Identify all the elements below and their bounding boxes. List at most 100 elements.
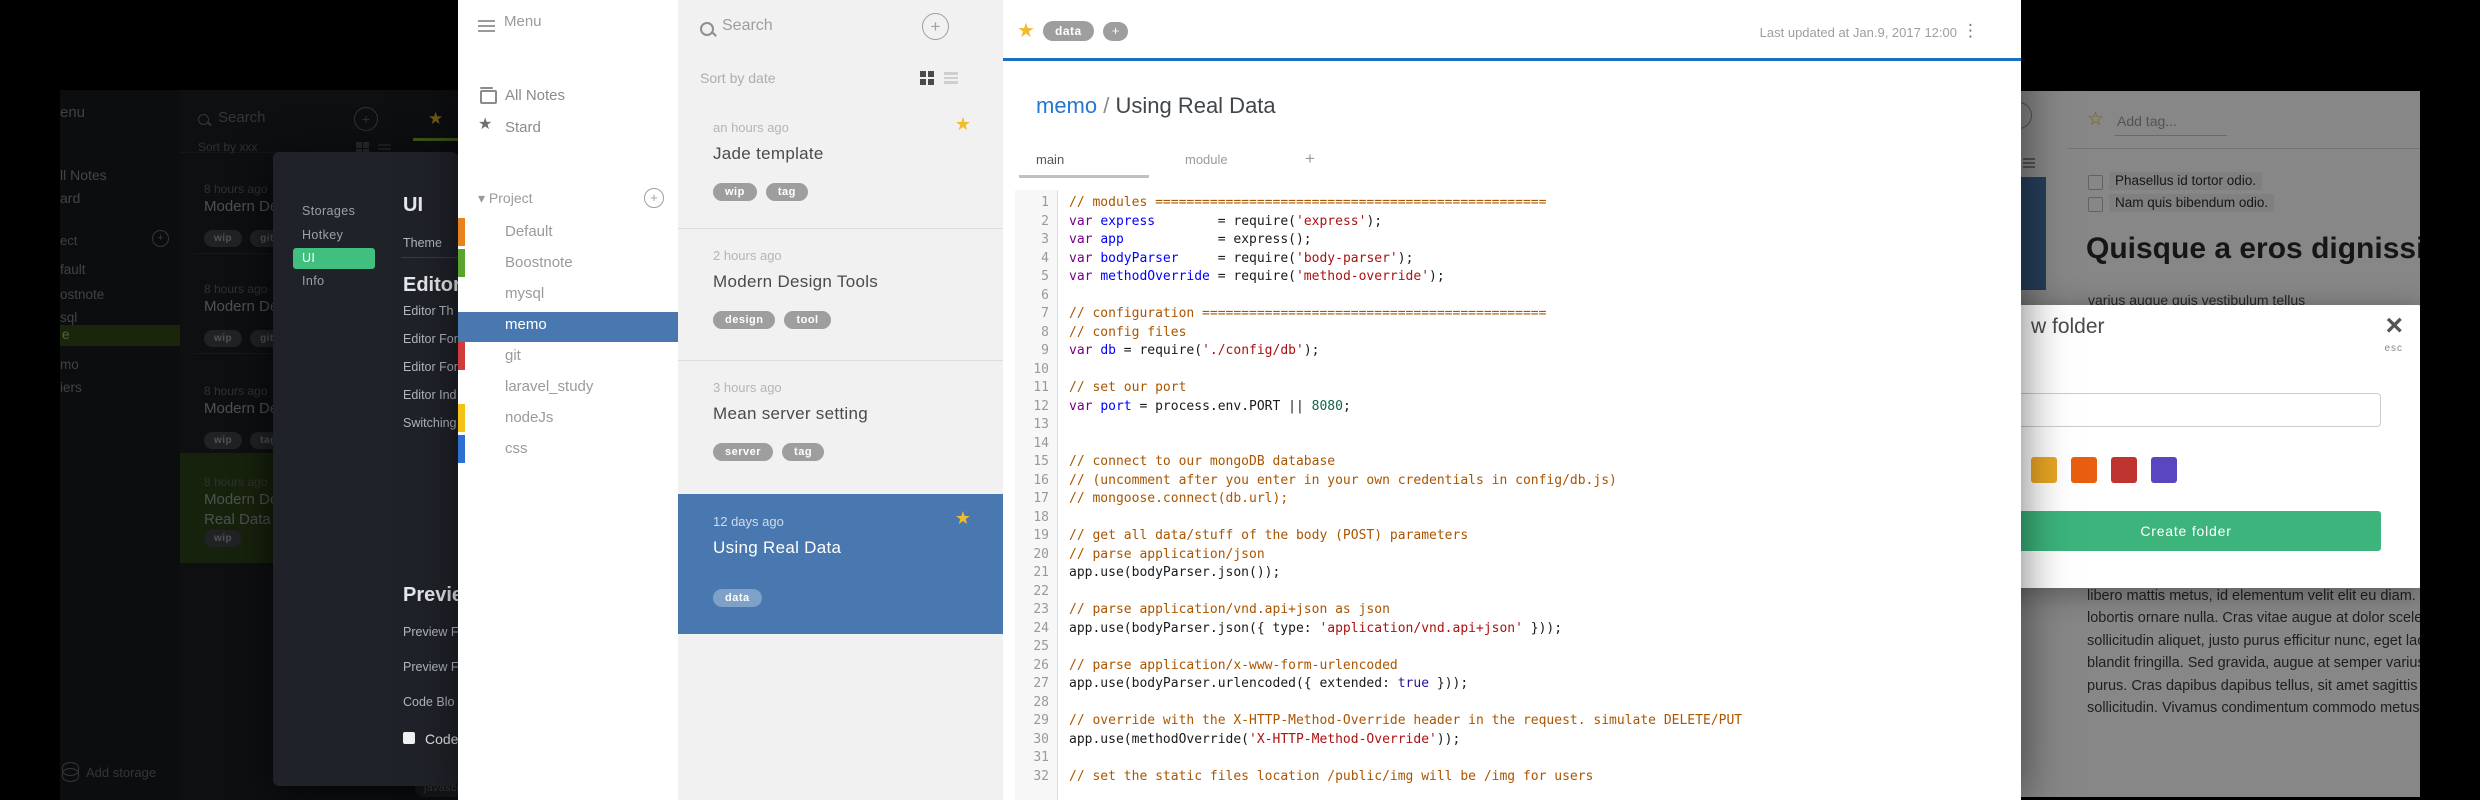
line-number: 10 <box>1033 361 1049 377</box>
new-tab-button[interactable]: + <box>1305 149 1315 169</box>
color-swatch[interactable] <box>2151 457 2177 483</box>
code-line: 9 var db = require('./config/db'); <box>1015 342 2021 361</box>
note-time: 3 hours ago <box>713 380 782 395</box>
folder-color-tab <box>458 249 465 277</box>
note-time: 12 days ago <box>713 514 784 529</box>
code-line: 4 var bodyParser = require('body-parser')… <box>1015 250 2021 269</box>
hamburger-menu-icon[interactable] <box>478 20 495 35</box>
sidebar: Menu All Notes ★ Stard ▾ Project + Defau… <box>458 0 678 800</box>
project-header[interactable]: ▾ Project <box>478 190 533 207</box>
code-line: 14 <box>1015 435 2021 454</box>
tag-pill[interactable]: wip <box>713 183 757 201</box>
note-list-item[interactable]: 2 hours ago Modern Design Tools design tool <box>678 228 1003 361</box>
sidebar-item-all-notes[interactable]: All Notes <box>505 87 565 104</box>
star-toggle-icon[interactable]: ★ <box>1017 18 1035 43</box>
code-editor[interactable]: 1// modules ============================… <box>1003 190 2021 800</box>
folder-selected-band <box>458 312 678 342</box>
new-note-button[interactable]: + <box>922 13 949 40</box>
settings-nav-item[interactable]: Info <box>302 274 324 288</box>
menu-label[interactable]: Menu <box>504 13 542 30</box>
folder-item[interactable]: css <box>505 434 528 464</box>
line-number: 18 <box>1033 509 1049 525</box>
code-line: 26// parse application/x-www-form-urlenc… <box>1015 657 2021 676</box>
folder-item[interactable]: memo <box>505 310 547 340</box>
settings-nav-item[interactable]: Storages <box>302 204 355 218</box>
more-options-icon[interactable]: ⋮ <box>1962 21 1979 41</box>
checkbox-label: Code B <box>425 731 458 747</box>
close-icon[interactable]: × <box>2385 311 2403 341</box>
folder-name-input[interactable] <box>2021 393 2381 427</box>
code-line: 29// override with the X-HTTP-Method-Ove… <box>1015 712 2021 731</box>
note-title: Mean server setting <box>713 404 868 423</box>
sidebar-item-starred[interactable]: Stard <box>505 119 541 136</box>
color-swatch[interactable] <box>2031 457 2057 483</box>
tag-pill[interactable]: tag <box>782 443 825 461</box>
code-block-checkbox[interactable] <box>403 732 415 744</box>
desktop: enu ll Notes ard ect + fault ostnote sql e mo… <box>0 0 2480 800</box>
breadcrumb-folder[interactable]: memo <box>1036 93 1097 118</box>
line-number: 9 <box>1041 343 1049 358</box>
tag-pill[interactable]: data <box>713 589 762 607</box>
folder-item[interactable]: mysql <box>505 279 544 309</box>
line-number: 29 <box>1033 713 1049 728</box>
color-swatch[interactable] <box>2111 457 2137 483</box>
line-number: 27 <box>1033 676 1049 691</box>
esc-hint: esc <box>2384 343 2403 354</box>
tab-main[interactable]: main <box>1036 152 1064 167</box>
code-line: 24 app.use(bodyParser.json({ type: 'appli… <box>1015 620 2021 639</box>
code-line: 13 <box>1015 416 2021 435</box>
note-list: Search + Sort by date an hours ago ★ Jade … <box>678 0 1003 800</box>
new-folder-button[interactable]: + <box>644 188 664 208</box>
folder-item[interactable]: git <box>505 341 521 371</box>
right-window: ☆ Add tag... Phasellus id tortor odio. Na… <box>2021 91 2420 797</box>
search-input[interactable]: Search <box>722 17 773 35</box>
tab-module[interactable]: module <box>1185 152 1228 167</box>
line-number: 7 <box>1041 306 1049 321</box>
note-title: Using Real Data <box>713 538 842 557</box>
line-number: 13 <box>1033 417 1049 432</box>
line-number: 12 <box>1033 398 1049 414</box>
tag-pill[interactable]: design <box>713 311 776 329</box>
code-line: 5 var methodOverride = require('method-ov… <box>1015 268 2021 287</box>
settings-section-title: Editor <box>403 274 458 296</box>
tag-pill[interactable]: data <box>1043 21 1094 41</box>
code-line: 32// set the static files location /publ… <box>1015 768 2021 787</box>
code-line: 15// connect to our mongoDB database <box>1015 453 2021 472</box>
note-list-item[interactable]: an hours ago ★ Jade template wip tag <box>678 100 1003 229</box>
settings-nav-active[interactable]: UI <box>293 248 375 269</box>
line-number: 24 <box>1033 620 1049 636</box>
list-view-icon[interactable] <box>944 72 958 86</box>
color-swatch[interactable] <box>2071 457 2097 483</box>
add-tag-button[interactable]: + <box>1102 22 1129 41</box>
settings-item: Editor Ind <box>403 388 457 402</box>
line-number: 26 <box>1033 657 1049 673</box>
settings-item: Editor For <box>403 360 458 374</box>
line-number: 23 <box>1033 602 1049 617</box>
settings-nav-item[interactable]: Hotkey <box>302 228 343 242</box>
folder-item[interactable]: laravel_study <box>505 372 593 402</box>
folder-item[interactable]: nodeJs <box>505 403 553 433</box>
tag-pill[interactable]: tool <box>784 311 831 329</box>
note-list-item[interactable]: 12 days ago ★ Using Real Data data <box>678 494 1003 634</box>
note-title: Modern Design Tools <box>713 272 879 291</box>
line-number: 3 <box>1041 232 1049 247</box>
note-title: Jade template <box>713 144 824 163</box>
star-icon: ★ <box>954 114 971 134</box>
tag-pill[interactable]: tag <box>765 183 808 201</box>
line-number: 17 <box>1033 491 1049 506</box>
note-list-item[interactable]: 3 hours ago Mean server setting server tag <box>678 360 1003 495</box>
grid-view-icon[interactable] <box>920 71 934 85</box>
divider <box>401 257 458 258</box>
main-window: Menu All Notes ★ Stard ▾ Project + Defau… <box>458 0 2021 800</box>
folder-item[interactable]: Default <box>505 217 553 247</box>
active-tab-underline <box>1019 175 1149 178</box>
star-icon: ★ <box>478 116 493 133</box>
line-number: 20 <box>1033 546 1049 562</box>
folder-item[interactable]: Boostnote <box>505 248 573 278</box>
code-line: 10 <box>1015 361 2021 380</box>
sort-by-dropdown[interactable]: Sort by date <box>700 70 776 86</box>
line-number: 25 <box>1033 639 1049 654</box>
line-number: 5 <box>1041 269 1049 284</box>
create-folder-button[interactable]: Create folder <box>2021 511 2381 551</box>
tag-pill[interactable]: server <box>713 443 774 461</box>
